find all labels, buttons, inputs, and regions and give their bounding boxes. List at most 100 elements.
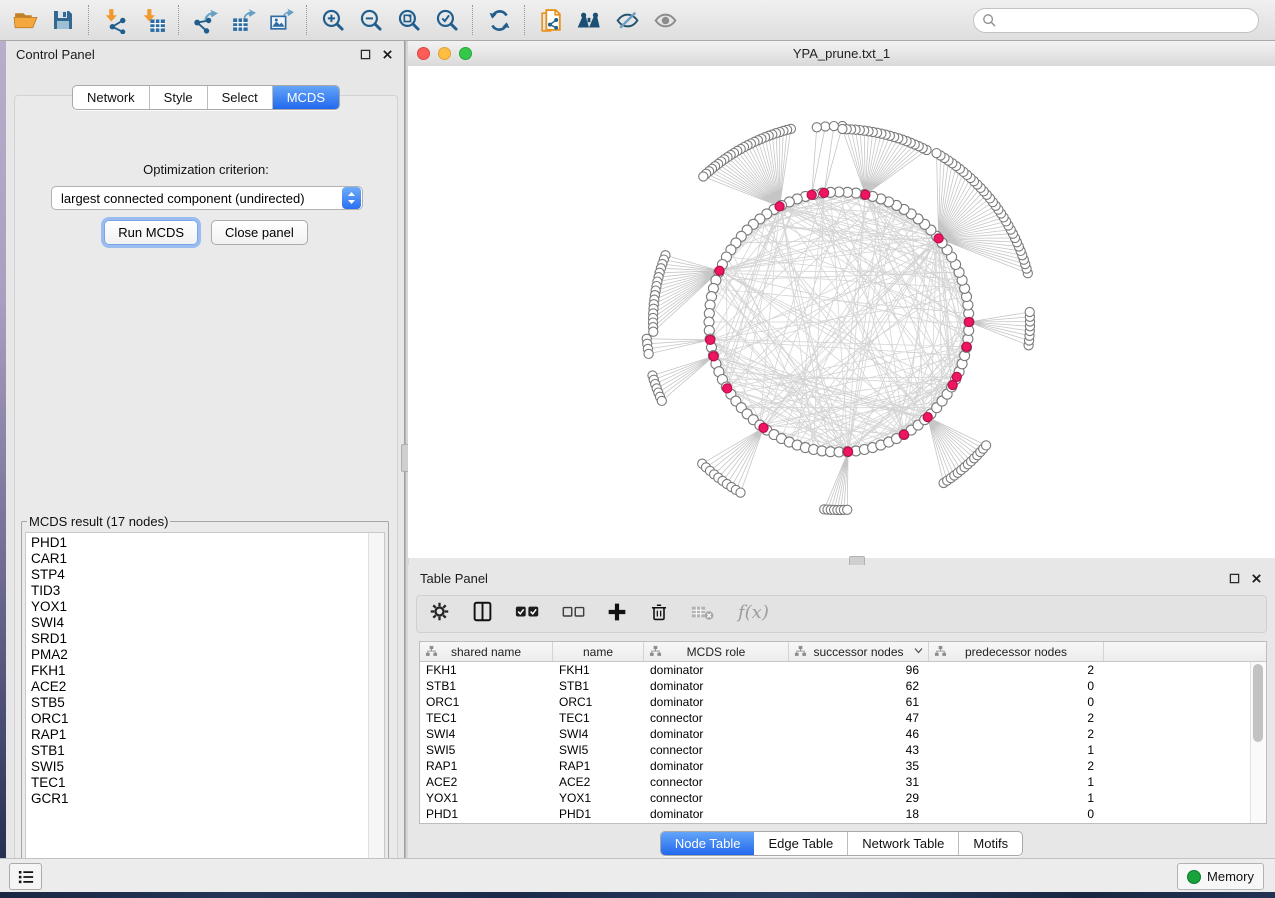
mcds-result-item[interactable]: TEC1 bbox=[31, 775, 366, 791]
import-table-button[interactable] bbox=[134, 3, 172, 37]
mcds-result-list[interactable]: PHD1CAR1STP4TID3YOX1SWI4SRD1PMA2FKH1ACE2… bbox=[25, 532, 385, 876]
table-tab-node-table[interactable]: Node Table bbox=[661, 832, 755, 855]
table-row[interactable]: SWI5SWI5connector431 bbox=[420, 742, 1266, 758]
graph-dominator-node[interactable] bbox=[759, 423, 768, 432]
tab-mcds[interactable]: MCDS bbox=[273, 86, 339, 109]
graph-dominator-node[interactable] bbox=[715, 266, 724, 275]
show-all-button[interactable] bbox=[646, 3, 684, 37]
graph-dominator-node[interactable] bbox=[964, 317, 973, 326]
table-scrollbar[interactable] bbox=[1250, 662, 1266, 823]
graph-node[interactable] bbox=[838, 124, 847, 133]
graph-dominator-node[interactable] bbox=[962, 342, 971, 351]
table-row[interactable]: SWI4SWI4dominator462 bbox=[420, 726, 1266, 742]
graph-dominator-node[interactable] bbox=[861, 190, 870, 199]
mcds-result-item[interactable]: ACE2 bbox=[31, 679, 366, 695]
graph-node[interactable] bbox=[1025, 307, 1034, 316]
graph-node[interactable] bbox=[699, 172, 708, 181]
toggle-columns-button[interactable] bbox=[472, 601, 493, 627]
mcds-result-item[interactable]: SRD1 bbox=[31, 631, 366, 647]
graph-dominator-node[interactable] bbox=[934, 234, 943, 243]
graph-node[interactable] bbox=[982, 441, 991, 450]
export-network-button[interactable] bbox=[186, 3, 224, 37]
float-table-panel-button[interactable] bbox=[1227, 571, 1241, 585]
table-row[interactable]: TEC1TEC1connector472 bbox=[420, 710, 1266, 726]
table-row[interactable]: PHD1PHD1dominator180 bbox=[420, 806, 1266, 822]
create-column-button[interactable] bbox=[607, 602, 627, 627]
save-session-button[interactable] bbox=[44, 3, 82, 37]
graph-node[interactable] bbox=[644, 349, 653, 358]
export-image-button[interactable] bbox=[262, 3, 300, 37]
graph-dominator-node[interactable] bbox=[899, 430, 908, 439]
memory-button[interactable]: Memory bbox=[1177, 863, 1264, 890]
tab-select[interactable]: Select bbox=[208, 86, 273, 109]
graph-dominator-node[interactable] bbox=[807, 190, 816, 199]
mcds-result-item[interactable]: FKH1 bbox=[31, 663, 366, 679]
table-tab-motifs[interactable]: Motifs bbox=[959, 832, 1022, 855]
mcds-result-item[interactable]: CAR1 bbox=[31, 551, 366, 567]
graph-dominator-node[interactable] bbox=[709, 352, 718, 361]
graph-node[interactable] bbox=[736, 488, 745, 497]
refresh-layout-button[interactable] bbox=[480, 3, 518, 37]
hide-selected-button[interactable] bbox=[608, 3, 646, 37]
open-session-button[interactable] bbox=[6, 3, 44, 37]
function-builder-button[interactable]: f(x) bbox=[736, 600, 776, 629]
mcds-result-item[interactable]: STB5 bbox=[31, 695, 366, 711]
import-network-button[interactable] bbox=[96, 3, 134, 37]
network-search-input[interactable] bbox=[1002, 12, 1258, 29]
mcds-result-item[interactable]: GCR1 bbox=[31, 791, 366, 807]
table-row[interactable]: RAP1RAP1dominator352 bbox=[420, 758, 1266, 774]
column-header-successor-nodes[interactable]: successor nodes bbox=[789, 642, 929, 661]
mcds-result-item[interactable]: TID3 bbox=[31, 583, 366, 599]
mcds-result-item[interactable]: STP4 bbox=[31, 567, 366, 583]
export-table-button[interactable] bbox=[224, 3, 262, 37]
table-tab-edge-table[interactable]: Edge Table bbox=[754, 832, 848, 855]
zoom-selected-button[interactable] bbox=[428, 3, 466, 37]
network-canvas[interactable] bbox=[408, 66, 1275, 558]
mcds-result-item[interactable]: SWI5 bbox=[31, 759, 366, 775]
graph-node[interactable] bbox=[932, 149, 941, 158]
delete-table-button[interactable] bbox=[691, 603, 714, 626]
table-row[interactable]: STB1STB1dominator620 bbox=[420, 678, 1266, 694]
table-tab-network-table[interactable]: Network Table bbox=[848, 832, 959, 855]
graph-dominator-node[interactable] bbox=[706, 335, 715, 344]
table-mode-button[interactable] bbox=[429, 601, 450, 627]
run-mcds-button[interactable]: Run MCDS bbox=[104, 220, 198, 245]
optimization-criterion-select[interactable]: largest connected component (undirected) bbox=[51, 186, 363, 210]
column-header-shared-name[interactable]: shared name bbox=[420, 642, 553, 661]
column-header-predecessor-nodes[interactable]: predecessor nodes bbox=[929, 642, 1104, 661]
search-network-button[interactable] bbox=[570, 3, 608, 37]
column-header-MCDS-role[interactable]: MCDS role bbox=[644, 642, 789, 661]
mcds-result-item[interactable]: STB1 bbox=[31, 743, 366, 759]
graph-node[interactable] bbox=[657, 396, 666, 405]
zoom-out-button[interactable] bbox=[352, 3, 390, 37]
graph-node[interactable] bbox=[829, 122, 838, 131]
graph-dominator-node[interactable] bbox=[923, 413, 932, 422]
deselect-all-rows-button[interactable] bbox=[562, 604, 585, 625]
table-row[interactable]: ORC1ORC1dominator610 bbox=[420, 694, 1266, 710]
graph-dominator-node[interactable] bbox=[723, 384, 732, 393]
mcds-result-item[interactable]: RAP1 bbox=[31, 727, 366, 743]
graph-node[interactable] bbox=[843, 505, 852, 514]
zoom-in-button[interactable] bbox=[314, 3, 352, 37]
clone-network-button[interactable] bbox=[532, 3, 570, 37]
task-history-button[interactable] bbox=[9, 863, 42, 890]
mcds-result-item[interactable]: PMA2 bbox=[31, 647, 366, 663]
graph-node[interactable] bbox=[812, 123, 821, 132]
zoom-fit-button[interactable] bbox=[390, 3, 428, 37]
column-header-name[interactable]: name bbox=[553, 642, 644, 661]
close-table-panel-button[interactable] bbox=[1249, 571, 1263, 585]
graph-node[interactable] bbox=[821, 122, 830, 131]
select-all-rows-button[interactable] bbox=[515, 603, 540, 626]
mcds-result-item[interactable]: YOX1 bbox=[31, 599, 366, 615]
tab-style[interactable]: Style bbox=[150, 86, 208, 109]
close-panel-button[interactable] bbox=[380, 47, 394, 61]
table-row[interactable]: YOX1YOX1connector291 bbox=[420, 790, 1266, 806]
close-mcds-panel-button[interactable]: Close panel bbox=[211, 220, 308, 245]
graph-dominator-node[interactable] bbox=[844, 447, 853, 456]
graph-dominator-node[interactable] bbox=[948, 380, 957, 389]
mcds-result-item[interactable]: SWI4 bbox=[31, 615, 366, 631]
delete-column-button[interactable] bbox=[649, 601, 669, 627]
table-row[interactable]: ACE2ACE2connector311 bbox=[420, 774, 1266, 790]
tab-network[interactable]: Network bbox=[73, 86, 150, 109]
table-scrollbar-thumb[interactable] bbox=[1253, 664, 1263, 742]
